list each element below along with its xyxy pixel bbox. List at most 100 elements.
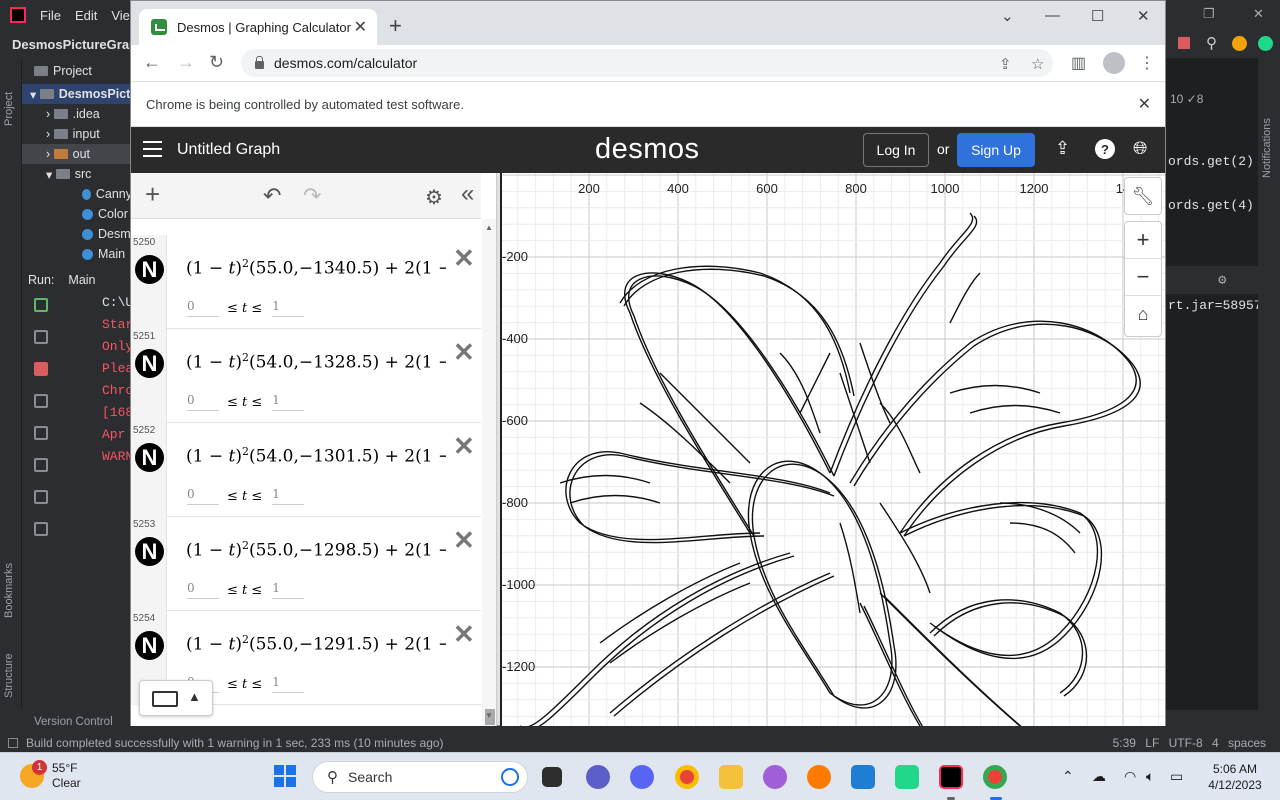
pin-icon[interactable] xyxy=(34,522,48,536)
graph-canvas[interactable]: 200 400 600 800 1000 1200 14-200-400-600-800-1… xyxy=(500,173,1165,726)
tree-item-src[interactable]: ▾ src xyxy=(22,164,132,184)
settings-icon[interactable] xyxy=(34,330,48,344)
onedrive-icon[interactable]: ☁ xyxy=(1092,768,1106,785)
expression-formula[interactable]: (1 − t)2(55.0,−1291.5) + 2(1 − xyxy=(186,633,446,655)
search-everywhere-icon[interactable]: ⚲ xyxy=(1206,34,1217,52)
keypad-toggle-button[interactable]: ▲ xyxy=(139,680,213,716)
file-explorer-icon[interactable] xyxy=(719,765,743,789)
delete-expression-icon[interactable]: ✕ xyxy=(453,431,475,462)
domain-min-input[interactable]: 0 xyxy=(187,487,219,505)
expression-formula[interactable]: (1 − t)2(55.0,−1298.5) + 2(1 − xyxy=(186,539,446,561)
domain-max-input[interactable]: 1 xyxy=(272,393,305,411)
jetbrains-ai-icon[interactable] xyxy=(1258,36,1273,51)
zoom-in-icon[interactable]: + xyxy=(1125,222,1161,259)
update-icon[interactable] xyxy=(1232,36,1247,51)
expression-formula[interactable]: (1 − t)2(55.0,−1340.5) + 2(1 − xyxy=(186,257,446,279)
login-button[interactable]: Log In xyxy=(863,133,929,167)
address-bar[interactable]: desmos.com/calculator ⇪ ☆ xyxy=(241,49,1053,77)
back-icon[interactable]: ← xyxy=(143,52,161,73)
menu-file[interactable]: File xyxy=(40,8,61,23)
exit-icon[interactable] xyxy=(34,458,48,472)
chrome-menu-icon[interactable]: ⋮ xyxy=(1139,53,1155,73)
domain-min-input[interactable]: 0 xyxy=(187,581,219,599)
blender-icon[interactable] xyxy=(807,765,831,789)
notifications-tool-label[interactable]: Notifications xyxy=(1261,88,1273,178)
taskbar-clock[interactable]: 5:06 AM 4/12/2023 xyxy=(1195,761,1275,793)
version-control-tab[interactable]: Version Control xyxy=(34,716,113,728)
tree-item-class[interactable]: Canny xyxy=(22,184,132,204)
graph-settings-wrench-icon[interactable]: 🔧︎ xyxy=(1124,177,1162,215)
delete-expression-icon[interactable]: ✕ xyxy=(453,243,475,274)
parametric-curve-icon[interactable]: N xyxy=(135,631,164,660)
profile-avatar-icon[interactable] xyxy=(1103,52,1125,74)
maximize-icon[interactable]: ☐ xyxy=(1091,7,1104,25)
delete-expression-icon[interactable]: ✕ xyxy=(453,525,475,556)
chrome-app-icon[interactable] xyxy=(675,765,699,789)
volume-icon[interactable]: 🔈︎ xyxy=(1146,768,1154,785)
forward-icon[interactable]: → xyxy=(177,52,195,73)
domain-max-input[interactable]: 1 xyxy=(272,299,305,317)
discord-icon[interactable] xyxy=(630,765,654,789)
tray-overflow-icon[interactable]: ⌃ xyxy=(1062,768,1074,785)
paint-icon[interactable] xyxy=(763,765,787,789)
new-tab-icon[interactable]: + xyxy=(389,13,402,39)
redo-icon[interactable]: ↷ xyxy=(303,183,321,209)
tree-item-class[interactable]: Color xyxy=(22,204,132,224)
expression-formula[interactable]: (1 − t)2(54.0,−1301.5) + 2(1 − xyxy=(186,445,446,467)
reload-icon[interactable]: ↻ xyxy=(209,52,224,73)
window-close-icon[interactable]: ✕ xyxy=(1137,7,1150,25)
browser-tab-desmos[interactable]: Desmos | Graphing Calculator ✕ xyxy=(139,9,377,45)
intellij-app-icon[interactable] xyxy=(939,765,963,789)
layout-icon[interactable] xyxy=(34,490,48,504)
tree-item-class[interactable]: Main xyxy=(22,244,132,264)
add-item-icon[interactable]: + xyxy=(145,179,160,210)
stop-icon[interactable] xyxy=(1178,37,1190,49)
parametric-curve-icon[interactable]: N xyxy=(135,349,164,378)
gear-icon[interactable]: ⚙ xyxy=(1218,272,1226,289)
bookmarks-tool-label[interactable]: Bookmarks xyxy=(3,548,15,618)
graph-title[interactable]: Untitled Graph xyxy=(177,141,280,159)
ide-restore-icon[interactable]: ❐ xyxy=(1203,6,1215,22)
expression-row[interactable]: 5250 N (1 − t)2(55.0,−1340.5) + 2(1 −0 ≤ t … xyxy=(131,235,481,329)
side-panel-icon[interactable]: ▥ xyxy=(1071,53,1086,73)
inspection-widget[interactable]: 10 ✓8 xyxy=(1170,92,1203,106)
language-globe-icon[interactable]: 🌐︎ xyxy=(1133,138,1147,159)
domain-max-input[interactable]: 1 xyxy=(272,581,305,599)
wifi-icon[interactable]: ◠ xyxy=(1124,768,1136,785)
signup-button[interactable]: Sign Up xyxy=(957,133,1035,167)
help-icon[interactable]: ? xyxy=(1095,139,1115,159)
collapse-panel-icon[interactable]: « xyxy=(461,180,474,208)
zoom-out-icon[interactable]: − xyxy=(1125,259,1161,296)
pycharm-icon[interactable] xyxy=(895,765,919,789)
tree-item-class[interactable]: Desm xyxy=(22,224,132,244)
taskbar-search[interactable]: ⚲ Search xyxy=(312,761,528,793)
project-panel-title[interactable]: Project xyxy=(53,64,92,78)
task-view-icon[interactable] xyxy=(542,767,562,787)
tree-item-input[interactable]: › input xyxy=(22,124,132,144)
minimize-icon[interactable]: — xyxy=(1045,7,1060,24)
structure-tool-label[interactable]: Structure xyxy=(3,638,15,698)
expression-row[interactable]: 5251 N (1 − t)2(54.0,−1328.5) + 2(1 −0 ≤ t … xyxy=(131,329,481,423)
expression-row[interactable]: 5253 N (1 − t)2(55.0,−1298.5) + 2(1 −0 ≤ t … xyxy=(131,517,481,611)
tree-item-out[interactable]: › out xyxy=(22,144,132,164)
teams-icon[interactable] xyxy=(586,765,610,789)
delete-expression-icon[interactable]: ✕ xyxy=(453,337,475,368)
graph-paper[interactable]: 200 400 600 800 1000 1200 14 -200 -400 -600 -800 -1… xyxy=(500,173,1165,726)
infobar-close-icon[interactable]: ✕ xyxy=(1138,94,1151,114)
domain-max-input[interactable]: 1 xyxy=(272,487,305,505)
tree-item-idea[interactable]: › .idea xyxy=(22,104,132,124)
tree-item-root[interactable]: ▾ DesmosPict xyxy=(22,84,132,104)
tab-search-icon[interactable]: ⌄ xyxy=(1001,7,1014,25)
debug-icon[interactable] xyxy=(34,426,48,440)
menu-edit[interactable]: Edit xyxy=(75,8,97,23)
parametric-curve-icon[interactable]: N xyxy=(135,255,164,284)
run-tab-main[interactable]: Main xyxy=(68,273,95,287)
domain-max-input[interactable]: 1 xyxy=(272,675,305,693)
battery-icon[interactable]: ▭ xyxy=(1170,768,1183,785)
default-zoom-home-icon[interactable]: ⌂ xyxy=(1125,296,1161,333)
share-icon[interactable]: ⇪ xyxy=(999,55,1012,73)
undo-icon[interactable]: ↶ xyxy=(263,183,281,209)
domain-min-input[interactable]: 0 xyxy=(187,393,219,411)
c-app-icon[interactable] xyxy=(851,765,875,789)
settings-gear-icon[interactable]: ⚙ xyxy=(425,185,443,210)
